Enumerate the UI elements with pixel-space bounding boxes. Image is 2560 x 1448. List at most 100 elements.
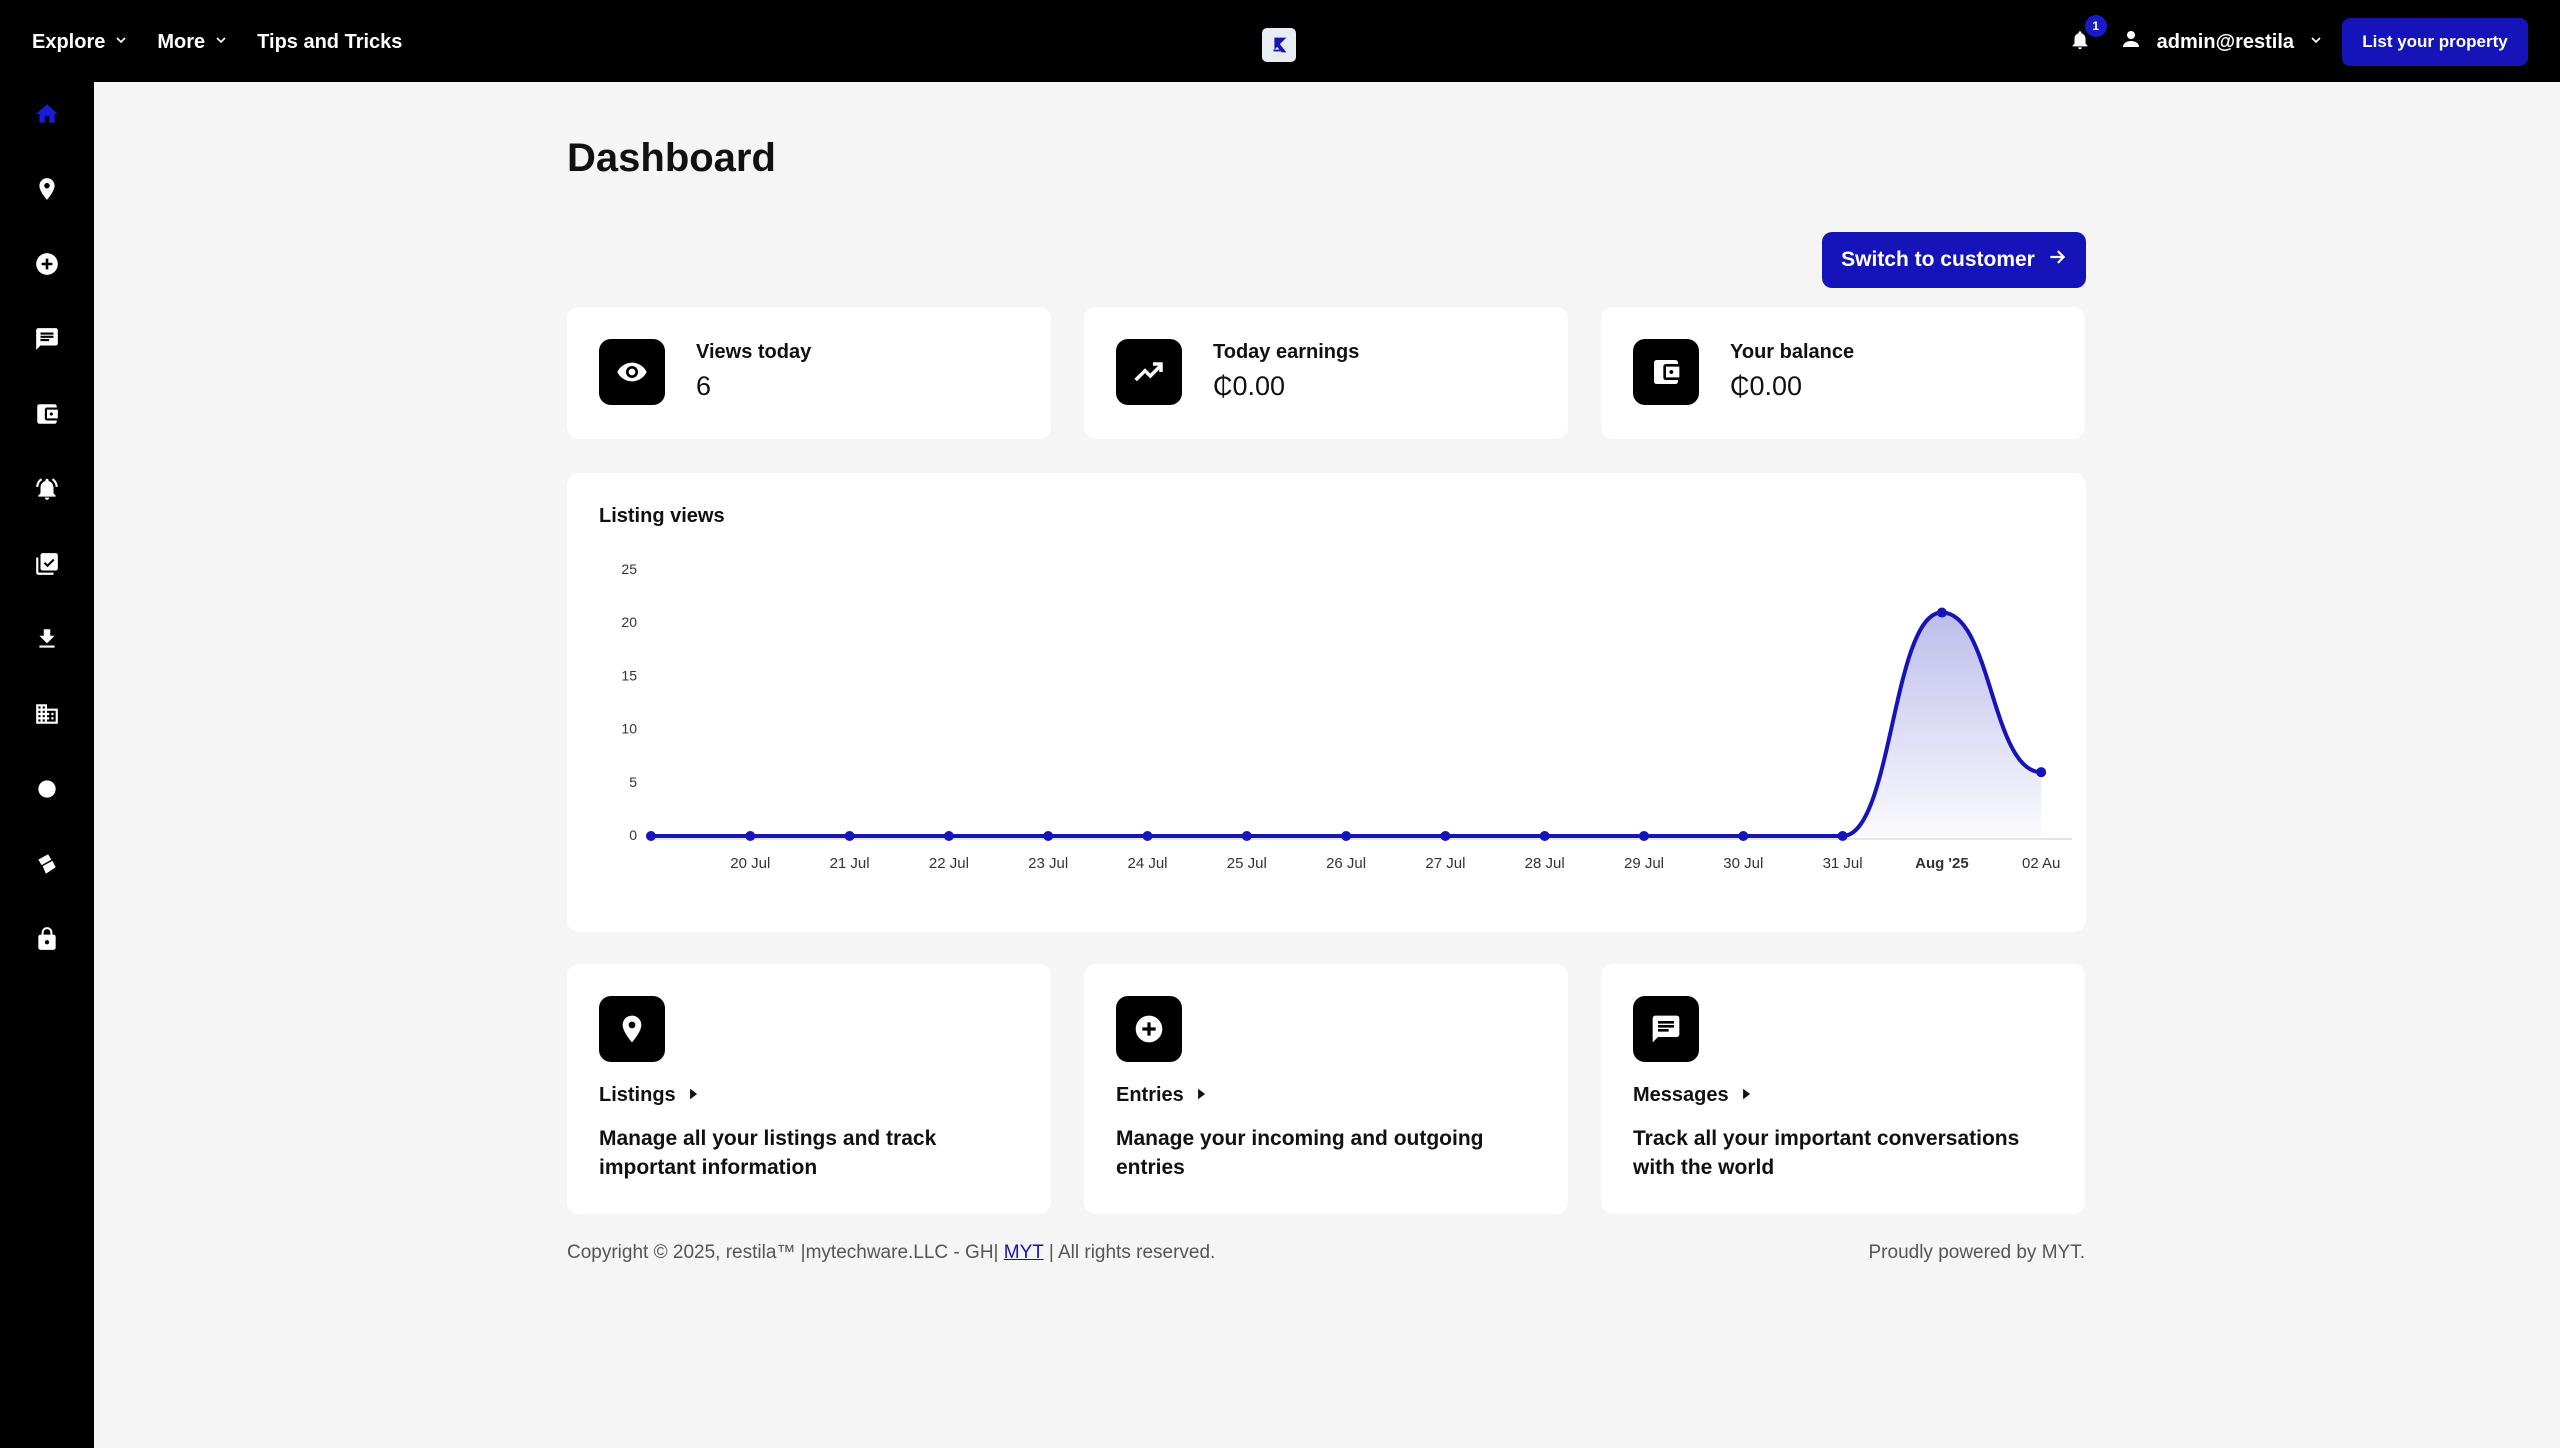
myt-link[interactable]: MYT (1004, 1242, 1044, 1263)
wallet-icon (37, 404, 58, 424)
footer-copyright: Copyright © 2025, restila™ |mytechware.L… (567, 1242, 1215, 1264)
data-point (745, 831, 756, 841)
switch-label: Switch to customer (1841, 248, 2035, 271)
stat-card-earnings: Today earnings ₵0.00 (1084, 307, 1568, 439)
data-point (844, 831, 855, 841)
sidebar-item-security[interactable] (30, 922, 64, 956)
add-circle-icon (1116, 996, 1182, 1062)
link-description: Track all your important conversations w… (1633, 1127, 2020, 1179)
data-point (1837, 831, 1848, 841)
sidebar-item-home[interactable] (30, 97, 64, 131)
listings-link[interactable]: Listings (599, 1084, 700, 1107)
data-point (1639, 831, 1649, 841)
trending-up-icon (1116, 339, 1182, 405)
series-line (650, 610, 2042, 839)
sidebar-item-listings[interactable] (30, 172, 64, 206)
stat-card-views: Views today 6 (567, 307, 1051, 439)
download-icon (39, 629, 55, 648)
footer-powered: Proudly powered by MYT. (1868, 1242, 2086, 1263)
page-title: Dashboard (567, 136, 776, 180)
tips-link[interactable]: Tips and Tricks (257, 31, 402, 54)
x-tick-label: 31 Jul (1823, 855, 1863, 872)
stat-value: 6 (696, 371, 712, 401)
notification-badge: 1 (2084, 15, 2107, 37)
x-tick-label: 20 Jul (730, 855, 770, 872)
sidebar-item-tasks[interactable] (30, 547, 64, 581)
x-tick-label: 02 Au (2022, 855, 2060, 872)
circle-icon (38, 780, 56, 798)
link-title-label: Entries (1116, 1084, 1184, 1106)
x-tick-label: 22 Jul (929, 855, 969, 872)
explore-menu[interactable]: Explore (32, 31, 129, 54)
message-icon (1633, 996, 1699, 1062)
data-point (1539, 831, 1550, 841)
sidebar-item-messages[interactable] (30, 322, 64, 356)
x-tick-label: 27 Jul (1425, 855, 1465, 872)
more-menu[interactable]: More (157, 31, 229, 54)
data-point (1936, 607, 1947, 618)
copyright-prefix: Copyright © 2025, restila™ |mytechware.L… (567, 1242, 999, 1263)
add-circle-icon (36, 253, 58, 275)
y-tick-label: 10 (621, 721, 637, 737)
x-tick-label: 23 Jul (1028, 855, 1068, 872)
user-email: admin@restila (2156, 30, 2294, 53)
eye-icon (599, 339, 665, 405)
x-tick-label: 30 Jul (1723, 855, 1763, 872)
sidebar-item-entries[interactable] (30, 247, 64, 281)
stat-value: ₵0.00 (1730, 371, 1803, 401)
data-point (1043, 831, 1054, 841)
data-point (646, 831, 656, 841)
stat-value: ₵0.00 (1213, 371, 1286, 401)
y-tick-label: 0 (629, 827, 637, 843)
messages-card[interactable]: Messages Track all your important conver… (1601, 964, 2085, 1214)
switch-to-customer-button[interactable]: Switch to customer (1822, 232, 2086, 288)
caret-right-icon (1739, 1084, 1753, 1107)
chevron-down-icon (2308, 31, 2324, 54)
link-description: Manage all your listings and track impor… (599, 1127, 937, 1179)
y-tick-label: 20 (621, 614, 637, 630)
copyright-suffix: | All rights reserved. (1048, 1242, 1216, 1263)
x-tick-label: 26 Jul (1326, 855, 1366, 872)
x-tick-label: 21 Jul (830, 855, 870, 872)
more-label: More (157, 30, 206, 53)
list-property-button[interactable]: List your property (2342, 18, 2528, 66)
link-title-label: Listings (599, 1084, 676, 1106)
message-icon (36, 328, 58, 350)
data-point (1440, 831, 1451, 841)
data-point (943, 831, 954, 841)
chevron-down-icon (113, 31, 129, 54)
x-tick-label: 24 Jul (1127, 855, 1167, 872)
data-point (1738, 831, 1749, 841)
messages-link[interactable]: Messages (1633, 1084, 1753, 1107)
sidebar-item-downloads[interactable] (30, 622, 64, 656)
notifications-button[interactable]: 1 (2063, 15, 2107, 59)
x-tick-label: 29 Jul (1624, 855, 1664, 872)
sidebar-item-wallet[interactable] (30, 397, 64, 431)
checklist-icon (36, 553, 58, 575)
sidebar-item-tickets[interactable] (30, 847, 64, 881)
explore-label: Explore (32, 30, 106, 53)
x-tick-label: Aug '25 (1915, 855, 1969, 872)
app-logo[interactable] (1262, 28, 1296, 62)
stat-card-balance: Your balance ₵0.00 (1601, 307, 2085, 439)
alarm-icon (36, 478, 58, 500)
listings-card[interactable]: Listings Manage all your listings and tr… (567, 964, 1051, 1214)
listing-views-chart[interactable]: 0 5 10 15 20 25 20 Jul 21 Jul 22 Jul 23 Jul 24 Jul… (567, 473, 2086, 932)
x-tick-label: 25 Jul (1227, 855, 1267, 872)
sidebar-item-properties[interactable] (30, 697, 64, 731)
stat-label: Your balance (1730, 341, 1855, 363)
entries-card[interactable]: Entries Manage your incoming and outgoin… (1084, 964, 1568, 1214)
arrow-right-icon (2047, 247, 2067, 273)
sidebar-item-status[interactable] (30, 772, 64, 806)
building-icon (36, 704, 58, 724)
entries-link[interactable]: Entries (1116, 1084, 1208, 1107)
logo-icon (1271, 37, 1287, 53)
link-title-label: Messages (1633, 1084, 1729, 1106)
caret-right-icon (1194, 1084, 1208, 1107)
nav-right: 1 admin@restila List your property (2063, 0, 2528, 84)
listing-views-card: Listing views 0 5 10 15 20 25 20 Jul 21 Jul 22 J… (567, 473, 2086, 932)
user-menu[interactable]: admin@restila (2119, 27, 2324, 57)
sidebar-item-alerts[interactable] (30, 472, 64, 506)
location-icon (39, 178, 55, 200)
wallet-icon (1633, 339, 1699, 405)
